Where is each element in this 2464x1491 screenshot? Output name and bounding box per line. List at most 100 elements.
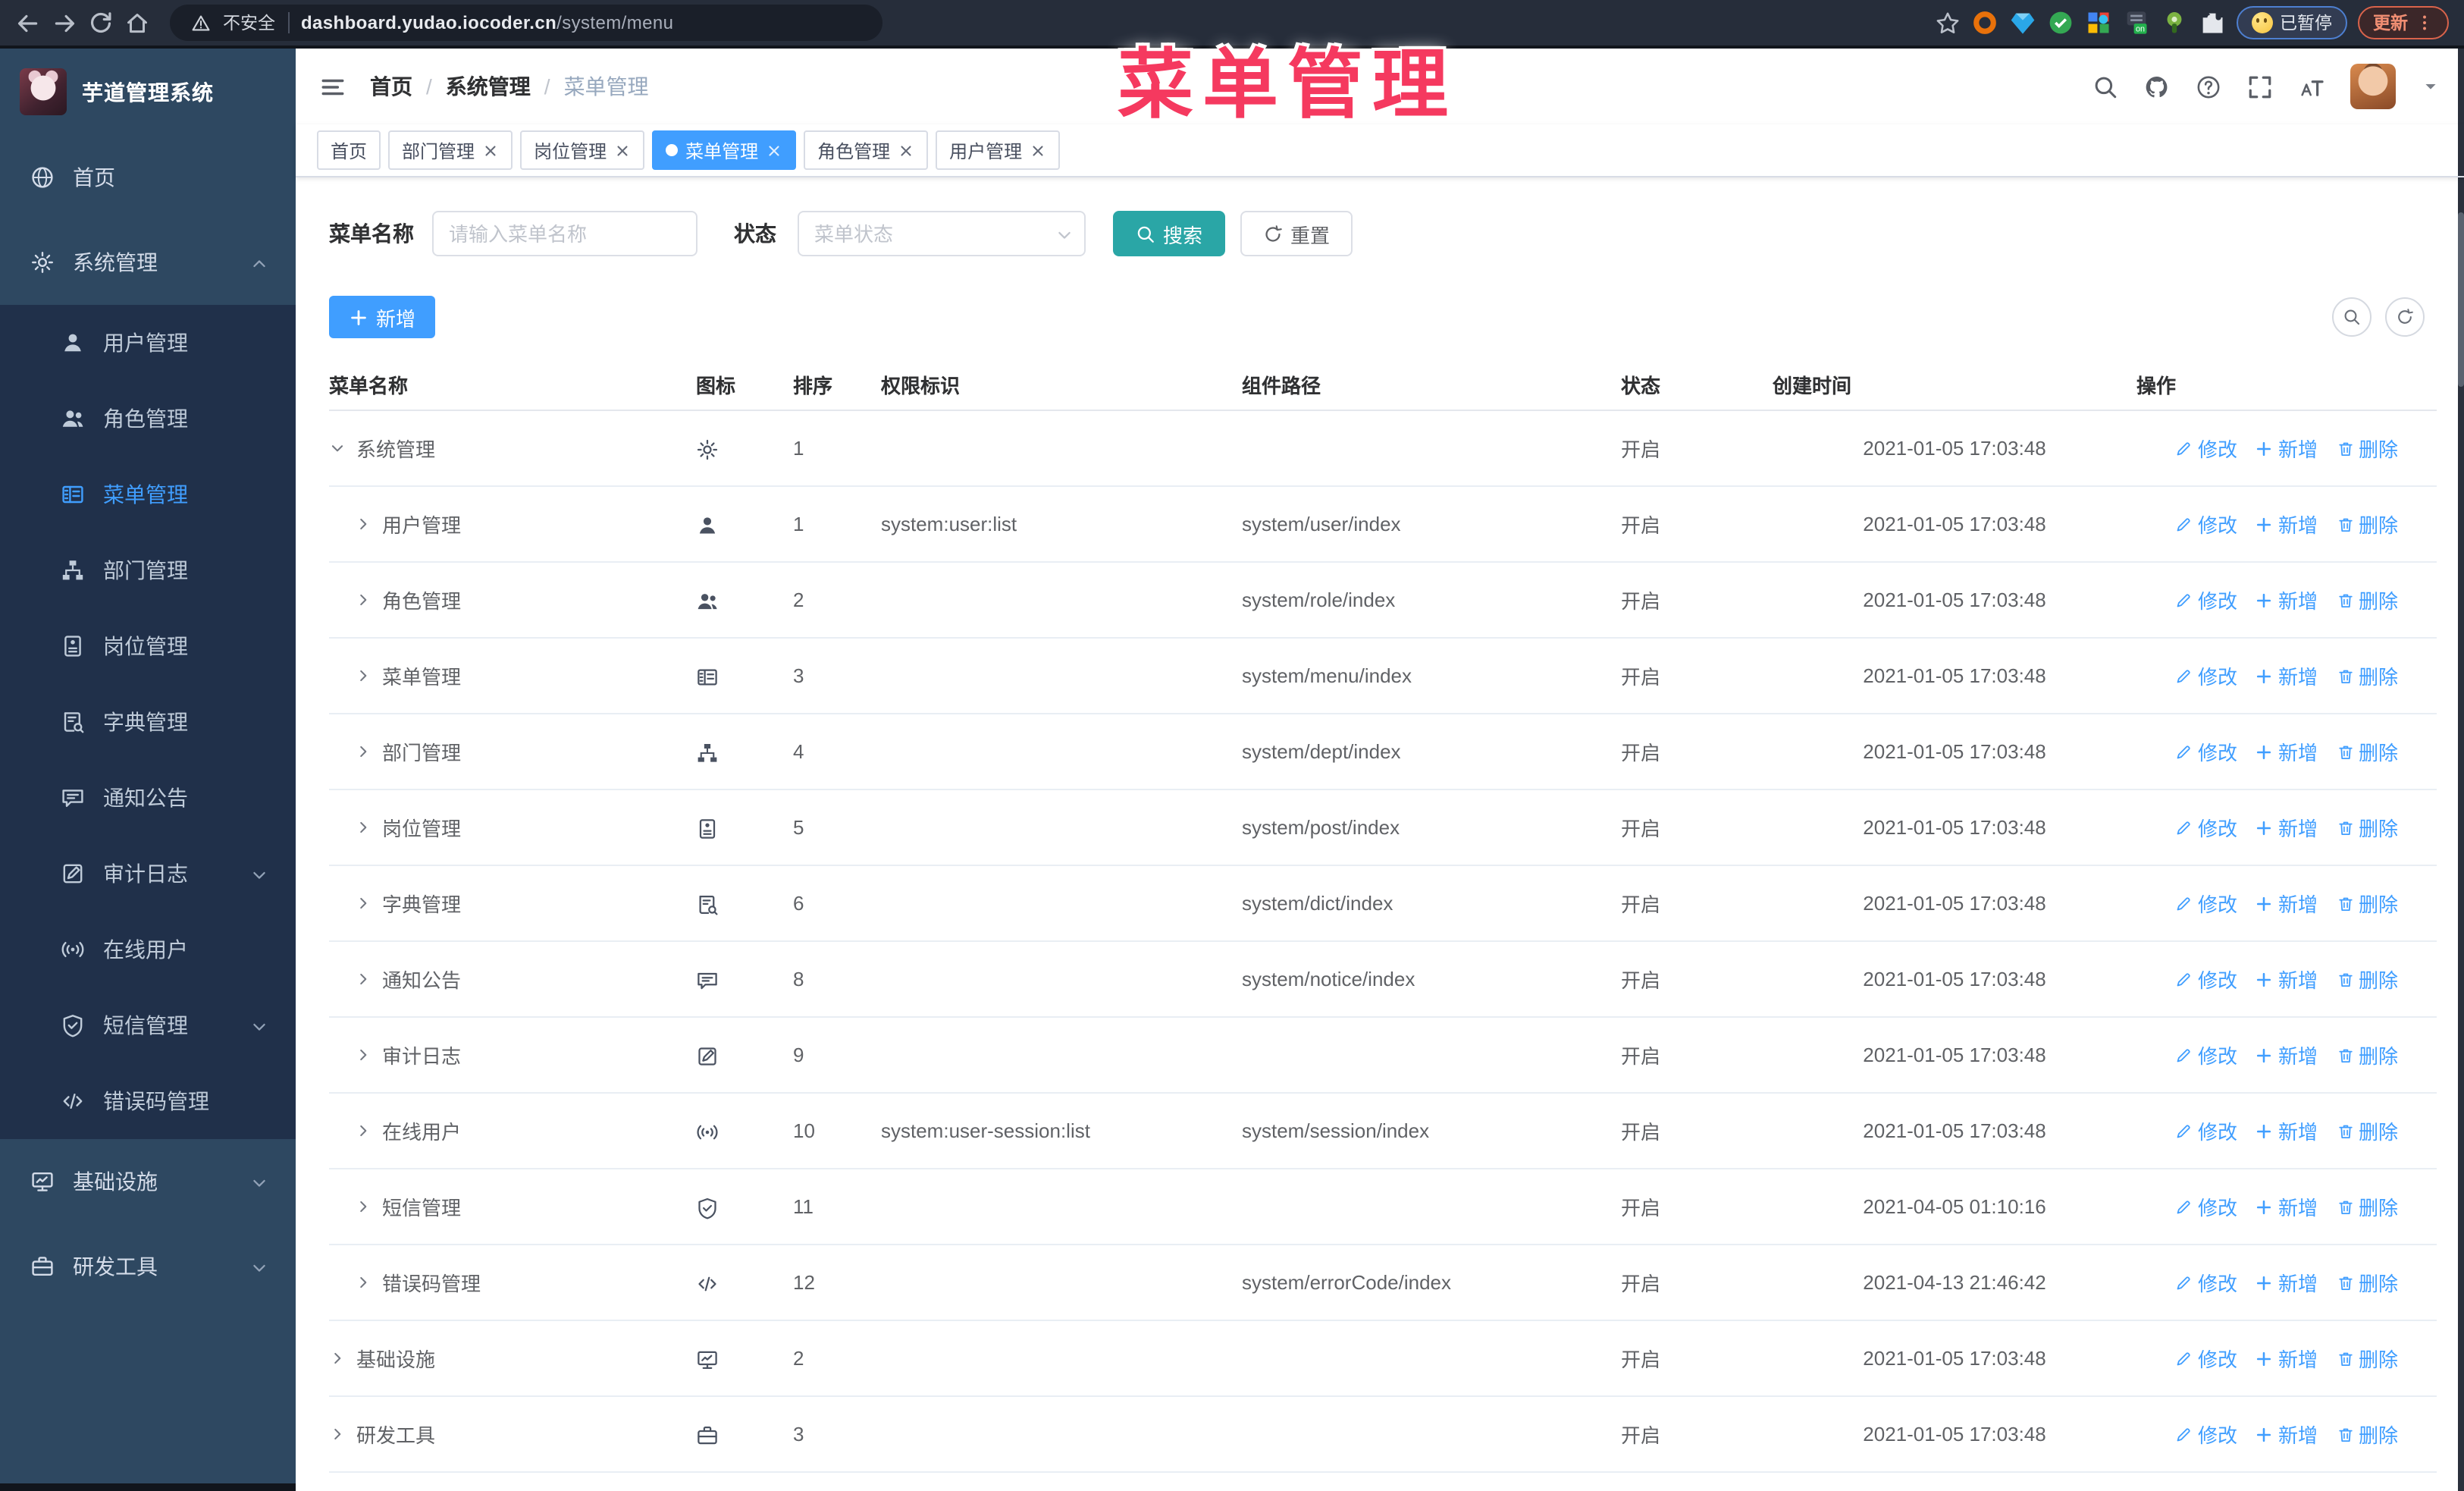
collapse-arrow-icon[interactable] (329, 440, 346, 457)
row-action-add[interactable]: 新增 (2256, 661, 2318, 690)
row-action-delete[interactable]: 删除 (2336, 1041, 2398, 1069)
scrollbar-thumb[interactable] (2458, 212, 2464, 387)
row-action-edit[interactable]: 修改 (2175, 1344, 2237, 1373)
row-action-delete[interactable]: 删除 (2336, 1116, 2398, 1145)
paused-extension-badge[interactable]: 已暂停 (2236, 6, 2347, 39)
row-action-delete[interactable]: 删除 (2336, 1268, 2398, 1297)
expand-arrow-icon[interactable] (329, 1426, 346, 1442)
expand-arrow-icon[interactable] (355, 895, 371, 912)
row-action-add[interactable]: 新增 (2256, 510, 2318, 538)
back-icon[interactable] (15, 10, 41, 36)
tab-home[interactable]: 首页 (317, 130, 381, 170)
row-action-delete[interactable]: 删除 (2336, 510, 2398, 538)
menu-name-input[interactable] (432, 211, 698, 256)
row-action-edit[interactable]: 修改 (2175, 1192, 2237, 1221)
row-action-delete[interactable]: 删除 (2336, 1192, 2398, 1221)
close-icon[interactable] (614, 142, 631, 159)
tab-dept[interactable]: 部门管理 (388, 130, 513, 170)
sidebar-item-errcode[interactable]: 错误码管理 (0, 1063, 296, 1139)
row-action-edit[interactable]: 修改 (2175, 434, 2237, 463)
row-action-add[interactable]: 新增 (2256, 1116, 2318, 1145)
sidebar-item-sms[interactable]: 短信管理 (0, 987, 296, 1063)
expand-arrow-icon[interactable] (355, 819, 371, 836)
row-action-edit[interactable]: 修改 (2175, 813, 2237, 842)
row-action-add[interactable]: 新增 (2256, 585, 2318, 614)
row-action-delete[interactable]: 删除 (2336, 889, 2398, 918)
help-icon[interactable] (2196, 74, 2221, 99)
expand-arrow-icon[interactable] (355, 1198, 371, 1215)
row-action-add[interactable]: 新增 (2256, 1344, 2318, 1373)
sidebar-item-tool[interactable]: 研发工具 (0, 1224, 296, 1309)
sidebar-item-home[interactable]: 首页 (0, 135, 296, 220)
row-action-delete[interactable]: 删除 (2336, 737, 2398, 766)
browser-home-icon[interactable] (124, 10, 150, 36)
row-action-edit[interactable]: 修改 (2175, 661, 2237, 690)
sidebar-item-user[interactable]: 用户管理 (0, 305, 296, 381)
row-action-edit[interactable]: 修改 (2175, 737, 2237, 766)
close-icon[interactable] (766, 142, 782, 159)
row-action-add[interactable]: 新增 (2256, 1420, 2318, 1449)
fullscreen-icon[interactable] (2247, 74, 2273, 99)
row-action-add[interactable]: 新增 (2256, 813, 2318, 842)
row-action-edit[interactable]: 修改 (2175, 1116, 2237, 1145)
browser-update-button[interactable]: 更新 (2358, 6, 2449, 39)
ext-shield-check-icon[interactable] (2046, 9, 2074, 36)
row-action-edit[interactable]: 修改 (2175, 889, 2237, 918)
browser-menu-dots-icon[interactable] (2415, 14, 2434, 32)
breadcrumb-system[interactable]: 系统管理 (446, 71, 531, 102)
sidebar-item-menu[interactable]: 菜单管理 (0, 457, 296, 532)
ext-puzzle-icon[interactable] (2198, 9, 2225, 36)
expand-arrow-icon[interactable] (355, 1274, 371, 1291)
row-action-edit[interactable]: 修改 (2175, 1268, 2237, 1297)
app-logo[interactable]: 芋道管理系统 (0, 49, 296, 135)
row-action-add[interactable]: 新增 (2256, 889, 2318, 918)
row-action-delete[interactable]: 删除 (2336, 661, 2398, 690)
toggle-search-button[interactable] (2332, 297, 2372, 337)
row-action-edit[interactable]: 修改 (2175, 965, 2237, 993)
sidebar-item-role[interactable]: 角色管理 (0, 381, 296, 457)
tab-post[interactable]: 岗位管理 (520, 130, 645, 170)
sidebar-item-online[interactable]: 在线用户 (0, 912, 296, 987)
row-action-add[interactable]: 新增 (2256, 1192, 2318, 1221)
sidebar-item-post[interactable]: 岗位管理 (0, 608, 296, 684)
tab-role[interactable]: 角色管理 (804, 130, 929, 170)
close-icon[interactable] (1030, 142, 1046, 159)
row-action-add[interactable]: 新增 (2256, 737, 2318, 766)
sidebar-item-dept[interactable]: 部门管理 (0, 532, 296, 608)
status-select[interactable] (798, 211, 1086, 256)
close-icon[interactable] (898, 142, 914, 159)
row-action-delete[interactable]: 删除 (2336, 965, 2398, 993)
row-action-delete[interactable]: 删除 (2336, 813, 2398, 842)
row-action-edit[interactable]: 修改 (2175, 510, 2237, 538)
close-icon[interactable] (482, 142, 499, 159)
font-size-icon[interactable] (2299, 74, 2324, 99)
row-action-add[interactable]: 新增 (2256, 434, 2318, 463)
expand-arrow-icon[interactable] (355, 743, 371, 760)
tab-menu[interactable]: 菜单管理 (652, 130, 797, 170)
breadcrumb-home[interactable]: 首页 (370, 71, 412, 102)
row-action-add[interactable]: 新增 (2256, 1041, 2318, 1069)
expand-arrow-icon[interactable] (355, 592, 371, 608)
expand-arrow-icon[interactable] (355, 971, 371, 987)
address-bar[interactable]: 不安全 dashboard.yudao.iocoder.cn/system/me… (170, 5, 882, 41)
ext-vpn-on-icon[interactable]: on (2122, 9, 2149, 36)
row-action-delete[interactable]: 删除 (2336, 585, 2398, 614)
row-action-delete[interactable]: 删除 (2336, 1420, 2398, 1449)
bookmark-star-icon[interactable] (1934, 10, 1960, 36)
sidebar-item-notice[interactable]: 通知公告 (0, 760, 296, 836)
expand-arrow-icon[interactable] (355, 667, 371, 684)
sidebar-item-infra[interactable]: 基础设施 (0, 1139, 296, 1224)
sidebar-item-log[interactable]: 审计日志 (0, 836, 296, 912)
tab-user[interactable]: 用户管理 (936, 130, 1061, 170)
row-action-edit[interactable]: 修改 (2175, 1420, 2237, 1449)
row-action-delete[interactable]: 删除 (2336, 434, 2398, 463)
sidebar-item-dict[interactable]: 字典管理 (0, 684, 296, 760)
expand-arrow-icon[interactable] (355, 516, 371, 532)
expand-arrow-icon[interactable] (355, 1047, 371, 1063)
forward-icon[interactable] (52, 10, 77, 36)
refresh-table-button[interactable] (2385, 297, 2425, 337)
ext-green-icon[interactable] (2160, 9, 2187, 36)
expand-arrow-icon[interactable] (329, 1350, 346, 1367)
ext-gem-icon[interactable] (2008, 9, 2036, 36)
avatar-caret-down-icon[interactable] (2422, 77, 2440, 96)
